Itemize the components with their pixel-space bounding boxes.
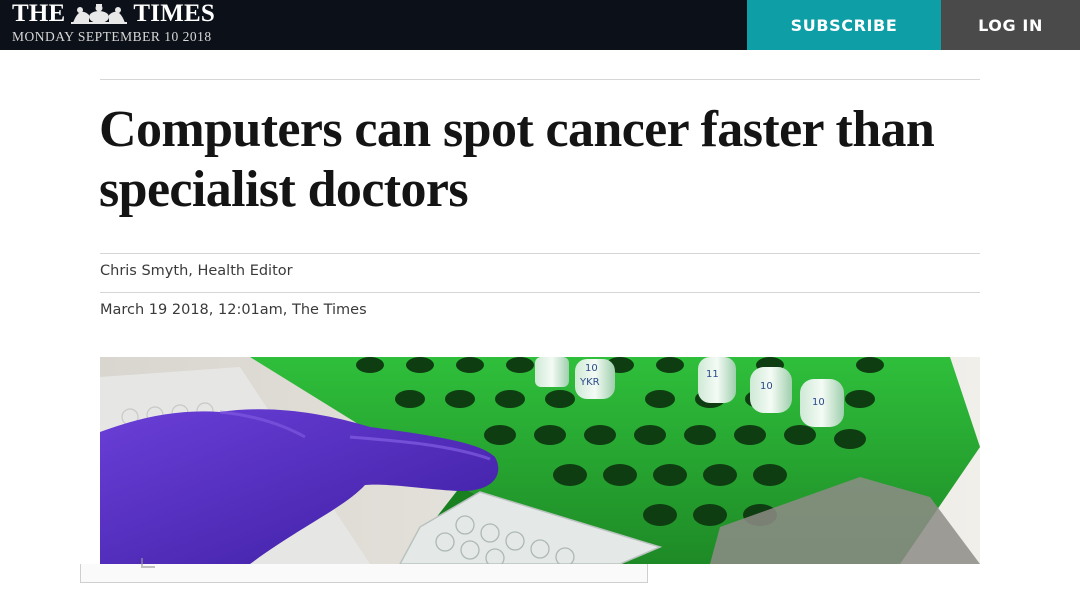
photo-lab-gloved-hand-icon: 10 YKR 11 10 10 [100,357,980,564]
tube-label-4: 10 [760,381,773,392]
masthead-name: THE TIMES [12,1,215,27]
article-byline[interactable]: Chris Smyth, Health Editor [100,263,293,279]
image-caption-bar [80,558,648,583]
masthead-date: MONDAY SEPTEMBER 10 2018 [12,29,212,44]
page-bottom [0,583,1080,602]
article-lead-image[interactable]: 10 YKR 11 10 10 [100,357,980,564]
masthead-word-the: THE [12,0,66,27]
divider-byline [100,292,980,293]
tube-label-3: 11 [706,369,719,380]
top-bar: THE TIMES MONDAY SEPTEMBER 10 2018 SUBSC… [0,0,1080,50]
masthead-word-times: TIMES [133,0,215,27]
tube-label-1: 10 [585,363,598,374]
login-button[interactable]: LOG IN [941,0,1080,50]
tube-label-2: YKR [579,377,600,388]
article-dateline: March 19 2018, 12:01am, The Times [100,302,367,318]
divider-headline [100,253,980,254]
tube-label-5: 10 [812,397,825,408]
royal-crest-icon [71,4,128,24]
article-headline: Computers can spot cancer faster than sp… [99,101,935,218]
subscribe-button[interactable]: SUBSCRIBE [747,0,941,50]
divider-top [100,79,980,80]
caption-glyph-fragment [141,558,155,568]
